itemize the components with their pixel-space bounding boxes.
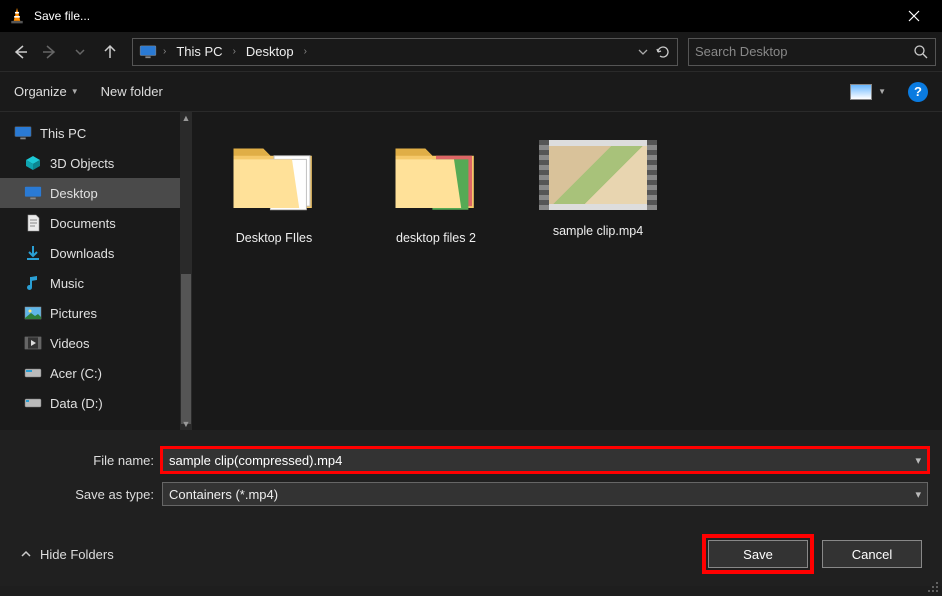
pictures-icon — [24, 305, 42, 321]
chevron-down-icon[interactable]: ▾ — [909, 454, 921, 467]
file-label: Desktop FIles — [214, 231, 334, 246]
toolbar: Organize ▼ New folder ▼ ? — [0, 72, 942, 112]
chevron-right-icon: › — [231, 46, 238, 57]
chevron-down-icon: ▼ — [878, 87, 886, 96]
window-title: Save file... — [34, 9, 894, 23]
documents-icon — [24, 215, 42, 231]
scroll-up-icon[interactable]: ▲ — [180, 112, 192, 124]
search-icon[interactable] — [913, 44, 929, 60]
sidebar: This PC 3D Objects Desktop Documents Dow… — [0, 112, 192, 430]
sidebar-item-label: Videos — [50, 336, 90, 351]
this-pc-icon — [139, 45, 157, 59]
close-icon — [908, 10, 920, 22]
file-list: Desktop FIles desktop files 2 sample cli… — [192, 112, 942, 430]
sidebar-item-label: Music — [50, 276, 84, 291]
savetype-value: Containers (*.mp4) — [169, 487, 909, 502]
sidebar-item-downloads[interactable]: Downloads — [0, 238, 182, 268]
sidebar-item-label: Acer (C:) — [50, 366, 102, 381]
nav-back-button[interactable] — [6, 38, 34, 66]
sidebar-item-label: Documents — [50, 216, 116, 231]
savetype-field[interactable]: Containers (*.mp4) ▾ — [162, 482, 928, 506]
chevron-down-icon[interactable]: ▾ — [909, 488, 921, 501]
nav-forward-button[interactable] — [36, 38, 64, 66]
file-label: sample clip.mp4 — [538, 224, 658, 239]
sidebar-item-documents[interactable]: Documents — [0, 208, 182, 238]
search-box[interactable] — [688, 38, 936, 66]
breadcrumb-desktop[interactable]: Desktop — [242, 42, 298, 61]
sidebar-root-this-pc[interactable]: This PC — [0, 118, 182, 148]
navigation-bar: › This PC › Desktop › — [0, 32, 942, 72]
organize-label: Organize — [14, 84, 67, 99]
folder-tile[interactable]: Desktop FIles — [214, 128, 334, 246]
new-folder-button[interactable]: New folder — [101, 84, 163, 99]
hide-folders-label: Hide Folders — [40, 547, 114, 562]
close-button[interactable] — [894, 0, 934, 32]
view-mode-button[interactable]: ▼ — [850, 84, 886, 100]
sidebar-item-label: Pictures — [50, 306, 97, 321]
music-icon — [24, 275, 42, 291]
picture-icon — [850, 84, 872, 100]
downloads-icon — [24, 245, 42, 261]
file-label: desktop files 2 — [376, 231, 496, 246]
filename-input[interactable] — [169, 453, 909, 468]
footer: Hide Folders Save Cancel — [0, 522, 942, 586]
help-button[interactable]: ? — [908, 82, 928, 102]
hide-folders-button[interactable]: Hide Folders — [20, 547, 114, 562]
cancel-button[interactable]: Cancel — [822, 540, 922, 568]
save-button[interactable]: Save — [708, 540, 808, 568]
chevron-right-icon: › — [302, 46, 309, 57]
chevron-down-icon: ▼ — [71, 87, 79, 96]
sidebar-item-desktop[interactable]: Desktop — [0, 178, 182, 208]
sidebar-item-label: Downloads — [50, 246, 114, 261]
folder-icon — [391, 136, 481, 216]
video-thumbnail-icon — [539, 140, 657, 210]
folder-tile[interactable]: desktop files 2 — [376, 128, 496, 246]
sidebar-item-3d-objects[interactable]: 3D Objects — [0, 148, 182, 178]
sidebar-scrollbar[interactable]: ▲ ▼ — [180, 112, 192, 430]
drive-icon — [24, 395, 42, 411]
vlc-icon — [8, 7, 26, 25]
sidebar-item-label: 3D Objects — [50, 156, 114, 171]
sidebar-item-data-d[interactable]: Data (D:) — [0, 388, 182, 418]
filename-label: File name: — [14, 453, 162, 468]
breadcrumb-this-pc[interactable]: This PC — [172, 42, 226, 61]
filename-field[interactable]: ▾ — [162, 448, 928, 472]
address-bar[interactable]: › This PC › Desktop › — [132, 38, 678, 66]
desktop-icon — [24, 185, 42, 201]
drive-icon — [24, 365, 42, 381]
arrow-right-icon — [40, 42, 60, 62]
arrow-left-icon — [10, 42, 30, 62]
sidebar-item-music[interactable]: Music — [0, 268, 182, 298]
title-bar: Save file... — [0, 0, 942, 32]
organize-menu[interactable]: Organize ▼ — [14, 84, 79, 99]
savetype-label: Save as type: — [14, 487, 162, 502]
nav-up-button[interactable] — [96, 38, 124, 66]
scroll-down-icon[interactable]: ▼ — [180, 418, 192, 430]
nav-recent-button[interactable] — [66, 38, 94, 66]
arrow-up-icon — [100, 42, 120, 62]
scroll-thumb[interactable] — [181, 274, 191, 424]
videos-icon — [24, 335, 42, 351]
chevron-down-icon — [74, 46, 86, 58]
sidebar-item-label: Data (D:) — [50, 396, 103, 411]
video-tile[interactable]: sample clip.mp4 — [538, 128, 658, 239]
chevron-down-icon[interactable] — [637, 46, 649, 58]
chevron-up-icon — [20, 548, 32, 560]
chevron-right-icon: › — [161, 46, 168, 57]
sidebar-item-acer-c[interactable]: Acer (C:) — [0, 358, 182, 388]
sidebar-root-label: This PC — [40, 126, 86, 141]
refresh-icon[interactable] — [655, 44, 671, 60]
sidebar-item-videos[interactable]: Videos — [0, 328, 182, 358]
3d-objects-icon — [24, 155, 42, 171]
this-pc-icon — [14, 125, 32, 141]
sidebar-item-pictures[interactable]: Pictures — [0, 298, 182, 328]
sidebar-item-label: Desktop — [50, 186, 98, 201]
resize-grip-icon[interactable] — [927, 581, 939, 593]
folder-icon — [229, 136, 319, 216]
search-input[interactable] — [695, 44, 913, 59]
save-form: File name: ▾ Save as type: Containers (*… — [0, 430, 942, 522]
